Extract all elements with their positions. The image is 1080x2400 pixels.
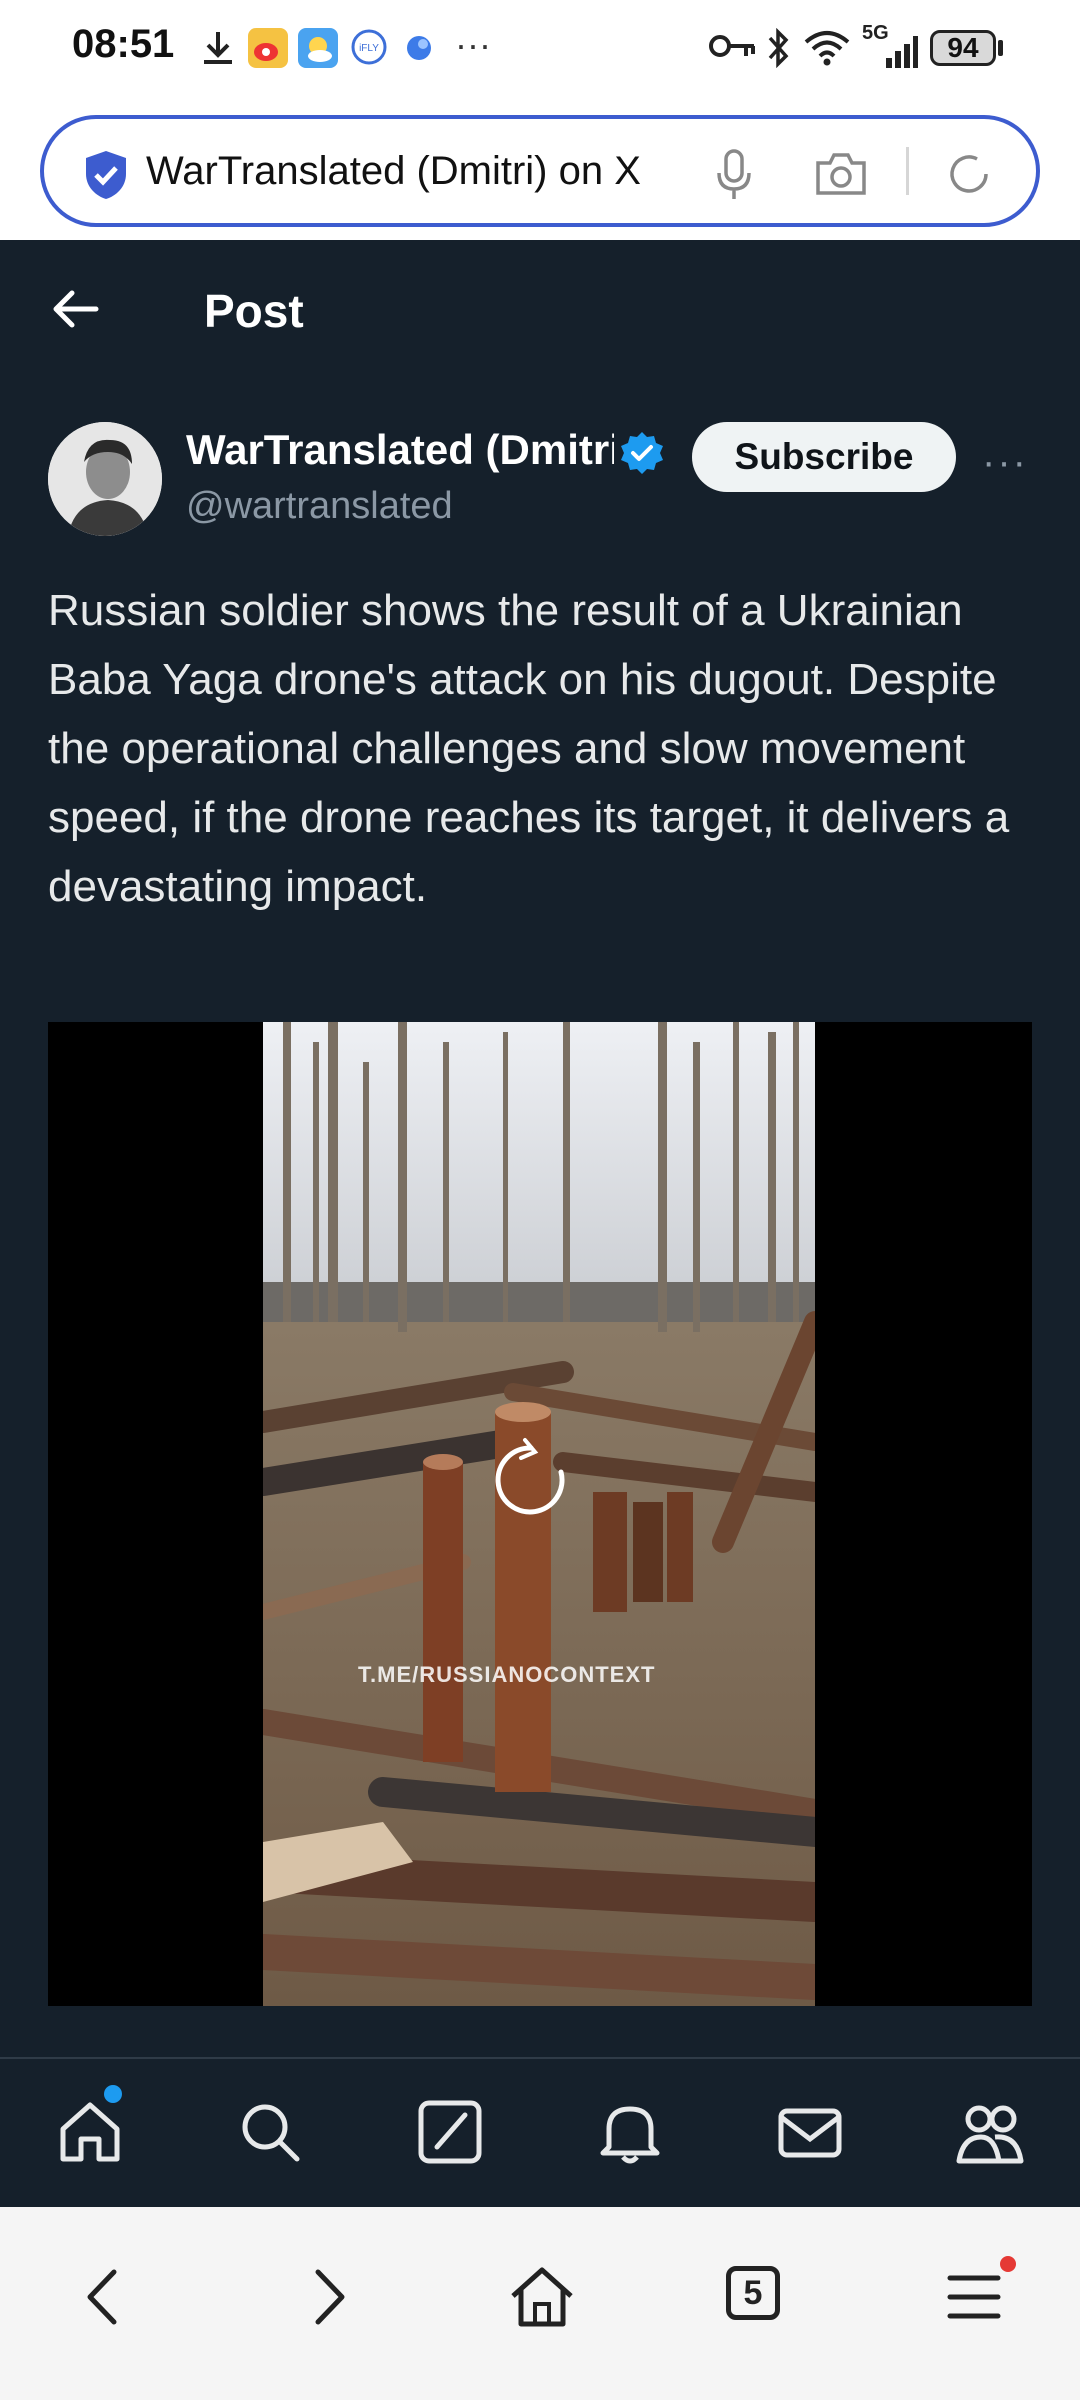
- browser-toolbar: WarTranslated (Dmitri) on X: [0, 105, 1080, 240]
- download-icon: [204, 32, 232, 64]
- back-icon[interactable]: [70, 2262, 140, 2332]
- signal-icon: [886, 36, 918, 68]
- weather-icon: [298, 28, 338, 68]
- ifly-icon: iFLY: [351, 29, 387, 65]
- notifications-icon[interactable]: [595, 2097, 665, 2167]
- home-notification-dot: [104, 2085, 122, 2103]
- url-divider: [906, 147, 909, 195]
- messages-icon[interactable]: [775, 2097, 845, 2167]
- page-title: Post: [204, 285, 304, 337]
- browser-home-icon[interactable]: [507, 2262, 577, 2332]
- search-icon[interactable]: [235, 2097, 305, 2167]
- author-name[interactable]: WarTranslated (Dmitri): [186, 426, 614, 474]
- forward-icon[interactable]: [292, 2262, 362, 2332]
- communities-icon[interactable]: [955, 2097, 1025, 2167]
- key-icon: [709, 35, 755, 57]
- browser-app-icon: [407, 36, 431, 60]
- menu-icon[interactable]: [940, 2262, 1010, 2332]
- status-time: 08:51: [72, 22, 175, 66]
- camera-icon[interactable]: [814, 149, 868, 197]
- tab-count: 5: [726, 2266, 780, 2320]
- avatar[interactable]: [48, 422, 162, 536]
- video-player[interactable]: T.ME/RUSSIANOCONTEXT: [48, 1022, 1032, 2006]
- back-arrow-icon[interactable]: [48, 285, 100, 333]
- security-shield-icon: [86, 151, 126, 199]
- subscribe-button[interactable]: Subscribe: [692, 422, 956, 492]
- more-options-icon[interactable]: ···: [982, 440, 1028, 485]
- bottom-navigation: [0, 2057, 1080, 2209]
- browser-navigation-bar: 5: [0, 2207, 1080, 2400]
- status-bar: 08:51 iFLY ··· 5G 94: [0, 0, 1080, 105]
- svg-text:iFLY: iFLY: [359, 43, 379, 54]
- home-icon[interactable]: [55, 2097, 125, 2167]
- more-notifications-icon: ···: [455, 24, 491, 65]
- verified-badge-icon: [621, 432, 663, 474]
- post-header: Post: [0, 240, 1080, 385]
- video-frame: [263, 1022, 815, 2006]
- bluetooth-icon: [768, 28, 789, 68]
- post-text: Russian soldier shows the result of a Uk…: [48, 586, 1010, 911]
- battery-nub: [998, 40, 1003, 56]
- grok-icon[interactable]: [415, 2097, 485, 2167]
- weibo-icon: [248, 28, 288, 68]
- video-watermark: T.ME/RUSSIANOCONTEXT: [358, 1662, 656, 1687]
- wifi-icon: [804, 31, 850, 66]
- reload-icon[interactable]: [944, 149, 994, 199]
- menu-notification-dot: [1000, 2256, 1016, 2272]
- tabs-button[interactable]: 5: [722, 2262, 792, 2332]
- battery-indicator: 94: [930, 30, 996, 66]
- microphone-icon[interactable]: [716, 149, 752, 203]
- avatar-photo: [48, 422, 162, 536]
- author-handle[interactable]: @wartranslated: [186, 485, 453, 528]
- address-bar[interactable]: WarTranslated (Dmitri) on X: [40, 115, 1040, 227]
- url-text[interactable]: WarTranslated (Dmitri) on X: [146, 149, 716, 194]
